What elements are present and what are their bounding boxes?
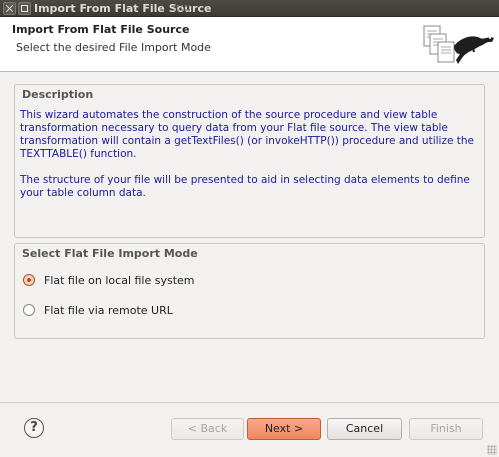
button-bar-separator <box>0 402 499 403</box>
page-title: Import From Flat File Source <box>12 23 190 36</box>
radio-label: Flat file on local file system <box>44 273 195 287</box>
page-subtitle: Select the desired File Import Mode <box>16 41 211 54</box>
radio-remote-url[interactable]: Flat file via remote URL <box>23 302 173 318</box>
next-button[interactable]: Next > <box>247 418 321 440</box>
radio-label: Flat file via remote URL <box>44 303 173 317</box>
resize-grip[interactable] <box>487 445 497 455</box>
description-group-title: Description <box>22 88 94 101</box>
import-mode-group-title: Select Flat File Import Mode <box>22 247 198 260</box>
close-window-icon[interactable] <box>3 2 16 15</box>
radio-button-selected[interactable] <box>23 274 35 286</box>
description-paragraph: The structure of your file will be prese… <box>20 174 470 199</box>
maximize-window-icon[interactable] <box>18 2 31 15</box>
cancel-button[interactable]: Cancel <box>327 418 402 440</box>
radio-button[interactable] <box>23 304 35 316</box>
teiid-wizard-icon <box>423 25 494 64</box>
help-icon[interactable]: ? <box>24 418 44 438</box>
titlebar-grip <box>172 4 190 13</box>
description-text: This wizard automates the construction o… <box>20 109 479 213</box>
back-button[interactable]: < Back <box>171 418 244 440</box>
window-titlebar: Import From Flat File Source <box>0 0 499 17</box>
finish-button[interactable]: Finish <box>409 418 483 440</box>
description-paragraph: This wizard automates the construction o… <box>20 109 474 160</box>
wizard-header: Import From Flat File Source Select the … <box>0 17 499 72</box>
radio-local-file[interactable]: Flat file on local file system <box>23 272 195 288</box>
import-mode-group: Select Flat File Import Mode Flat file o… <box>14 243 485 339</box>
description-group: Description This wizard automates the co… <box>14 84 485 238</box>
